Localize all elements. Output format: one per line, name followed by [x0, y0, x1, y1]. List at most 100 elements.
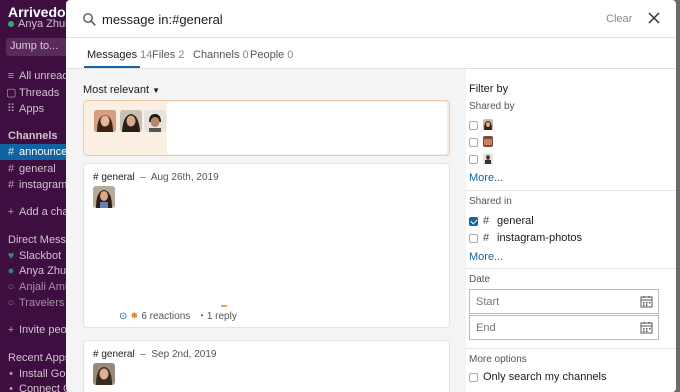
message-date[interactable]: Aug 26th, 2019	[151, 172, 219, 183]
reactions-count: 6 reactions	[141, 311, 191, 322]
channel-link[interactable]: # general	[93, 349, 135, 360]
current-user-name: Anya Zhuko	[18, 18, 70, 30]
recent-apps-header[interactable]: Recent Apps	[8, 352, 70, 364]
replies-count: 1 reply	[206, 311, 237, 322]
apps-icon: ⠿	[6, 103, 16, 115]
shared-by-label: Shared by	[469, 101, 515, 112]
sidebar-channel-general[interactable]: # general	[6, 163, 56, 175]
active-tab-indicator	[84, 66, 140, 68]
message-result-card[interactable]: # general – Sep 2nd, 2019	[83, 340, 450, 392]
bullet-icon: •	[9, 383, 13, 392]
tab-files[interactable]: Files 2	[152, 49, 184, 61]
tab-count: 2	[178, 49, 185, 61]
reaction-circle-icon: ⊙	[119, 311, 128, 322]
reactions-summary[interactable]: ⊙ ✸ 6 reactions	[119, 311, 190, 322]
add-channel-button[interactable]: + Add a chan	[6, 206, 70, 218]
invite-people-button[interactable]: + Invite peop	[6, 324, 70, 336]
sidebar-item-label: Add a chan	[19, 206, 70, 218]
message-meta: # general – Sep 2nd, 2019	[93, 349, 217, 360]
threads-icon: ▢	[6, 87, 17, 99]
date-label: Date	[469, 274, 491, 285]
sidebar-item-label: Slackbot	[19, 250, 62, 262]
calendar-icon[interactable]	[640, 321, 653, 334]
clear-button[interactable]: Clear	[606, 13, 632, 25]
sidebar-item-apps[interactable]: ⠿ Apps	[6, 102, 44, 115]
chevron-down-icon: ▼	[152, 86, 161, 95]
more-shared-by-link[interactable]: More...	[469, 172, 503, 184]
replies-link[interactable]: ◔ 1 reply	[198, 311, 237, 322]
tab-label: Files	[152, 49, 176, 61]
tab-channels[interactable]: Channels 0	[193, 49, 249, 61]
redacted-area	[497, 113, 581, 176]
search-input[interactable]	[102, 10, 582, 28]
dm-slackbot[interactable]: ♥ Slackbot	[6, 250, 61, 262]
search-modal: Clear Messages14 Files2 Channels0 People…	[66, 0, 676, 392]
message-result-card[interactable]: # general – Aug 26th, 2019 ⊙ ✸ 6 reactio…	[83, 163, 450, 328]
hash-icon: #	[483, 215, 490, 227]
sidebar-channel-instagram[interactable]: # instagram-p	[6, 179, 70, 191]
tab-label: Channels	[193, 49, 240, 61]
shared-by-checkbox[interactable]	[469, 121, 478, 130]
online-status-icon: ●	[7, 265, 15, 277]
channel-instagram-checkbox[interactable]	[469, 234, 478, 243]
heart-icon: ♥	[7, 250, 15, 262]
sidebar-item-label: instagram-p	[19, 179, 70, 191]
sort-dropdown[interactable]: Most relevant ▼	[83, 84, 160, 96]
more-shared-in-link[interactable]: More...	[469, 251, 503, 263]
only-my-channels-checkbox[interactable]	[469, 373, 478, 382]
divider	[466, 190, 676, 191]
hash-icon: #	[7, 146, 15, 158]
only-my-channels-label[interactable]: Only search my channels	[483, 371, 607, 383]
sidebar-item-label: Connect Google Drive	[19, 383, 70, 392]
channel-filter-general[interactable]: # general	[483, 215, 534, 227]
unreads-icon: ≡	[7, 70, 15, 82]
result-tabs: Messages 14 Files 2 Channels 0 People 0	[66, 38, 676, 69]
shared-by-checkbox[interactable]	[469, 155, 478, 164]
start-date-field[interactable]: Start	[469, 289, 659, 314]
channel-name: general	[497, 215, 534, 227]
calendar-icon[interactable]	[640, 295, 653, 308]
app-connect-google-drive[interactable]: • Connect Google Drive	[6, 383, 70, 392]
avatar[interactable]	[93, 363, 115, 385]
tab-people[interactable]: People 0	[250, 49, 293, 61]
channel-filter-instagram-photos[interactable]: # instagram-photos	[483, 232, 582, 244]
channel-link[interactable]: # general	[93, 172, 135, 183]
tab-messages[interactable]: Messages 14	[87, 49, 152, 61]
start-date-placeholder: Start	[476, 296, 500, 308]
sidebar-channel-announcements[interactable]: # announcem	[6, 146, 70, 158]
reply-icon: ◔	[198, 311, 205, 322]
emoji-icon: ✸	[130, 311, 139, 322]
avatar[interactable]	[120, 110, 142, 132]
message-meta: # general – Aug 26th, 2019	[93, 172, 219, 183]
message-date[interactable]: Sep 2nd, 2019	[151, 349, 216, 360]
people-result-card[interactable]	[83, 100, 450, 156]
sidebar-item-label: All unreads	[19, 70, 70, 82]
channels-header[interactable]: Channels	[8, 130, 58, 142]
avatar[interactable]	[94, 110, 116, 132]
dm-travelers[interactable]: ○ Travelers W	[6, 297, 70, 309]
sidebar-item-label: Apps	[19, 103, 45, 115]
app-install-google[interactable]: • Install Goog	[6, 368, 70, 380]
dm-anya[interactable]: ● Anya Zhuko	[6, 265, 70, 277]
end-date-field[interactable]: End	[469, 315, 659, 340]
tab-count: 14	[140, 49, 153, 61]
avatar[interactable]	[144, 110, 166, 132]
divider	[466, 348, 676, 349]
sidebar-item-label: Invite peop	[19, 324, 70, 336]
jump-to-button[interactable]: Jump to...	[6, 38, 70, 56]
close-icon[interactable]	[646, 10, 662, 26]
sidebar-item-threads[interactable]: ▢ Threads	[6, 86, 59, 99]
tab-count: 0	[287, 49, 294, 61]
channel-name: instagram-photos	[497, 232, 582, 244]
search-icon	[83, 13, 96, 26]
shared-by-checkbox[interactable]	[469, 138, 478, 147]
filter-panel: Filter by Shared by More... Shared in # g…	[466, 69, 676, 392]
sidebar-item-all-unreads[interactable]: ≡ All unreads	[6, 70, 70, 82]
avatar[interactable]	[93, 186, 115, 208]
reaction-marker	[221, 305, 227, 307]
workspace-sidebar: Arrivedo W Anya Zhuko Jump to... ≡All un…	[0, 0, 70, 392]
redacted-area	[167, 102, 447, 154]
dm-anjali[interactable]: ○ Anjali Amit	[6, 281, 70, 293]
direct-messages-header[interactable]: Direct Messag	[8, 234, 70, 246]
channel-general-checkbox[interactable]	[469, 217, 478, 226]
